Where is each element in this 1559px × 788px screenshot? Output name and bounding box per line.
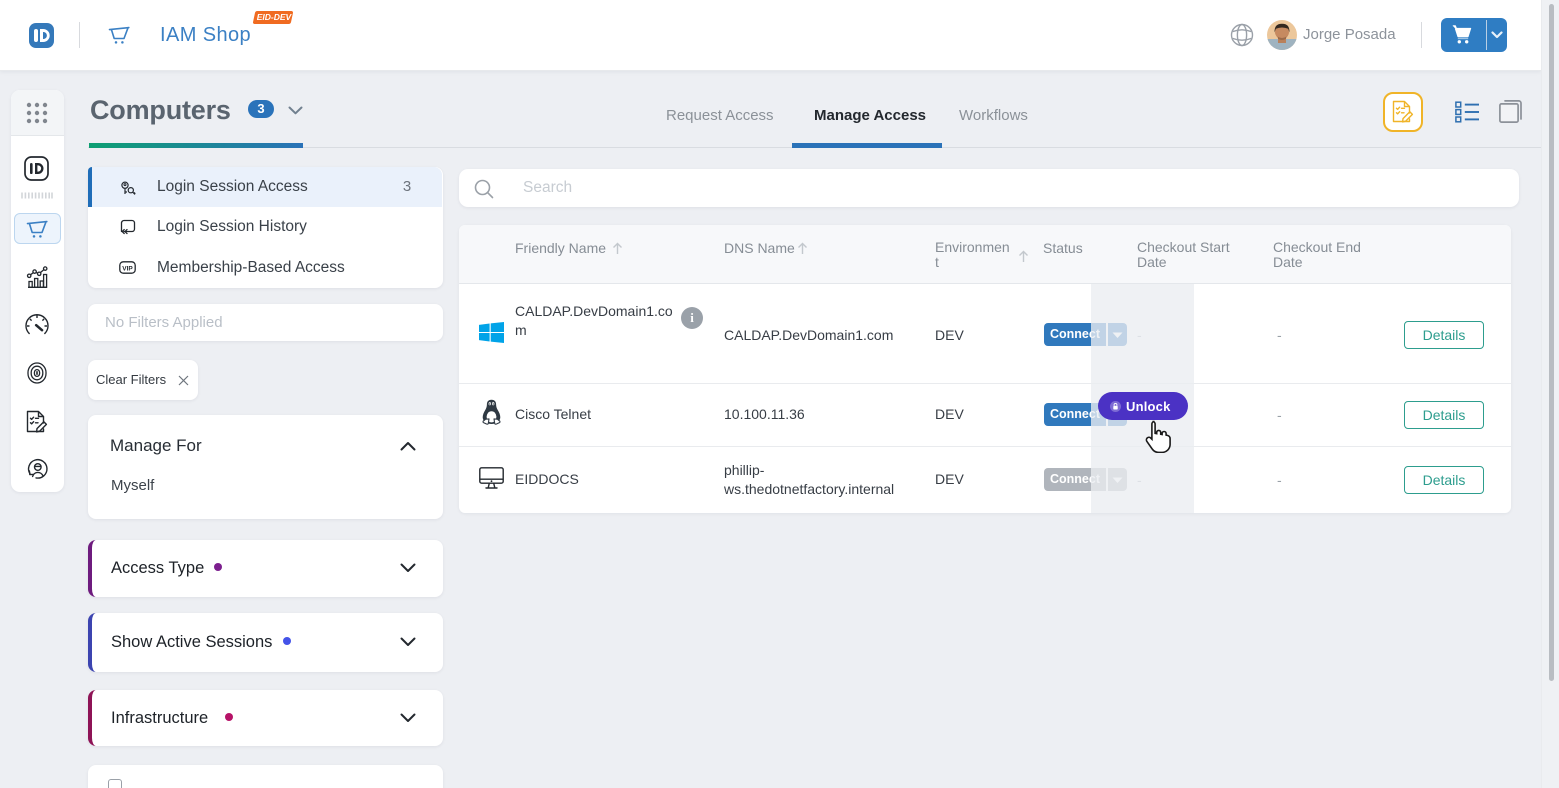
svg-text:VIP: VIP (122, 265, 133, 272)
